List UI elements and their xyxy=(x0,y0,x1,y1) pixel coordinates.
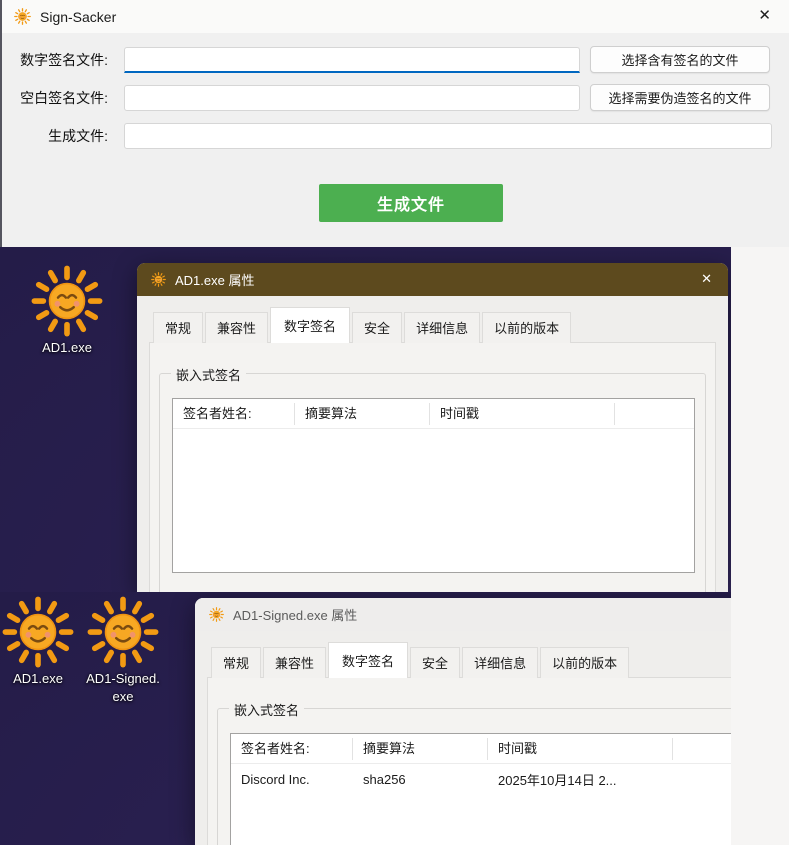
desktop-icon-label: AD1.exe xyxy=(42,339,92,357)
digest-algorithm-value: sha256 xyxy=(353,772,488,787)
tab-previous-versions[interactable]: 以前的版本 xyxy=(482,312,571,343)
embedded-signatures-groupbox: 嵌入式签名 签名者姓名: 摘要算法 时间戳 Discord Inc. sha25… xyxy=(217,708,731,845)
property-tabs: 常规 兼容性 数字签名 安全 详细信息 以前的版本 xyxy=(153,313,573,343)
digital-signatures-panel: 嵌入式签名 签名者姓名: 摘要算法 时间戳 Discord Inc. sha25… xyxy=(207,677,731,845)
desktop-unsigned: AD1.exe AD1.exe 属性 ✕ 常规 兼容性 数字签名 安全 详细信息… xyxy=(0,247,731,592)
sun-file-icon xyxy=(151,272,166,287)
pick-target-file-button[interactable]: 选择需要伪造签名的文件 xyxy=(590,84,770,111)
properties-dialog-ad1-signed: AD1-Signed.exe 属性 常规 兼容性 数字签名 安全 详细信息 以前… xyxy=(195,598,731,845)
tab-security[interactable]: 安全 xyxy=(410,647,460,678)
dialog-titlebar[interactable]: AD1.exe 属性 ✕ xyxy=(137,263,728,296)
col-signer-name[interactable]: 签名者姓名: xyxy=(231,738,353,760)
col-timestamp[interactable]: 时间戳 xyxy=(430,403,615,425)
timestamp-value: 2025年10月14日 2... xyxy=(488,770,673,789)
dialog-title: AD1.exe 属性 xyxy=(175,270,254,289)
groupbox-label: 嵌入式签名 xyxy=(171,365,246,384)
signature-list[interactable]: 签名者姓名: 摘要算法 时间戳 Discord Inc. sha256 2025… xyxy=(230,733,731,845)
close-icon[interactable]: ✕ xyxy=(701,270,712,288)
sun-file-icon xyxy=(2,596,74,668)
dialog-titlebar[interactable]: AD1-Signed.exe 属性 xyxy=(195,598,731,631)
signed-file-row: 数字签名文件: 选择含有签名的文件 xyxy=(2,46,114,73)
tab-details[interactable]: 详细信息 xyxy=(462,647,538,678)
sun-file-icon xyxy=(31,265,103,337)
tab-digital-signatures[interactable]: 数字签名 xyxy=(328,642,408,678)
digital-signatures-panel: 嵌入式签名 签名者姓名: 摘要算法 时间戳 xyxy=(149,342,716,592)
sun-file-icon xyxy=(87,596,159,668)
desktop-signed: AD1.exe AD1-Signed.exe AD1-Signed.exe 属性… xyxy=(0,592,731,845)
tab-compatibility[interactable]: 兼容性 xyxy=(205,312,268,343)
output-file-input[interactable] xyxy=(124,123,772,149)
tab-previous-versions[interactable]: 以前的版本 xyxy=(540,647,629,678)
sun-file-icon xyxy=(209,607,224,622)
blank-file-label: 空白签名文件: xyxy=(2,88,114,108)
blank-file-input[interactable] xyxy=(124,85,580,111)
page-margin xyxy=(731,247,789,845)
window-title: Sign-Sacker xyxy=(40,9,116,25)
tab-details[interactable]: 详细信息 xyxy=(404,312,480,343)
close-icon[interactable]: ✕ xyxy=(758,6,771,26)
col-digest-algorithm[interactable]: 摘要算法 xyxy=(295,403,430,425)
col-timestamp[interactable]: 时间戳 xyxy=(488,738,673,760)
generate-file-button[interactable]: 生成文件 xyxy=(319,184,503,222)
blank-file-row: 空白签名文件: 选择需要伪造签名的文件 xyxy=(2,84,114,111)
col-spacer xyxy=(673,738,731,760)
signature-list-header: 签名者姓名: 摘要算法 时间戳 xyxy=(231,734,731,764)
properties-dialog-ad1: AD1.exe 属性 ✕ 常规 兼容性 数字签名 安全 详细信息 以前的版本 嵌… xyxy=(137,263,728,592)
desktop-icon-label: AD1-Signed.exe xyxy=(86,670,160,705)
output-file-row: 生成文件: xyxy=(2,122,114,149)
signed-file-label: 数字签名文件: xyxy=(2,50,114,70)
embedded-signatures-groupbox: 嵌入式签名 签名者姓名: 摘要算法 时间戳 xyxy=(159,373,706,592)
app-sun-icon xyxy=(14,8,31,25)
desktop-icon-label: AD1.exe xyxy=(13,670,63,688)
signature-list[interactable]: 签名者姓名: 摘要算法 时间戳 xyxy=(172,398,695,573)
desktop-icon-ad1[interactable]: AD1.exe xyxy=(17,265,117,357)
property-tabs: 常规 兼容性 数字签名 安全 详细信息 以前的版本 xyxy=(211,648,631,678)
signed-file-input[interactable] xyxy=(124,47,580,73)
col-spacer xyxy=(615,403,694,425)
tab-general[interactable]: 常规 xyxy=(211,647,261,678)
tab-security[interactable]: 安全 xyxy=(352,312,402,343)
output-file-label: 生成文件: xyxy=(2,126,114,146)
tab-compatibility[interactable]: 兼容性 xyxy=(263,647,326,678)
pick-signed-file-button[interactable]: 选择含有签名的文件 xyxy=(590,46,770,73)
composite-screenshot: Sign-Sacker ✕ 数字签名文件: 选择含有签名的文件 空白签名文件: … xyxy=(0,0,789,845)
tab-general[interactable]: 常规 xyxy=(153,312,203,343)
sign-sacker-window: Sign-Sacker ✕ 数字签名文件: 选择含有签名的文件 空白签名文件: … xyxy=(0,0,789,247)
desktop-icon-ad1-signed[interactable]: AD1-Signed.exe xyxy=(68,596,178,705)
groupbox-label: 嵌入式签名 xyxy=(229,700,304,719)
signer-name-value: Discord Inc. xyxy=(231,772,353,787)
dialog-title: AD1-Signed.exe 属性 xyxy=(233,605,357,624)
col-digest-algorithm[interactable]: 摘要算法 xyxy=(353,738,488,760)
sign-sacker-titlebar[interactable]: Sign-Sacker ✕ xyxy=(2,0,789,33)
tab-digital-signatures[interactable]: 数字签名 xyxy=(270,307,350,343)
col-signer-name[interactable]: 签名者姓名: xyxy=(173,403,295,425)
signature-list-header: 签名者姓名: 摘要算法 时间戳 xyxy=(173,399,694,429)
table-row[interactable]: Discord Inc. sha256 2025年10月14日 2... xyxy=(231,764,731,794)
